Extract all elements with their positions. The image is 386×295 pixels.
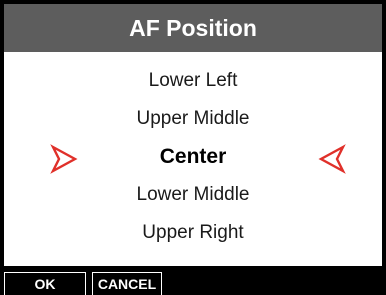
ok-softkey[interactable]: OK [4,272,86,295]
softkey-bar: OK CANCEL [0,272,162,295]
option-upper-right[interactable]: Upper Right [4,222,382,244]
dialog-title: AF Position [129,14,257,41]
dialog-title-bar: AF Position [4,4,382,52]
option-upper-middle[interactable]: Upper Middle [4,108,382,130]
left-pointing-arrow-icon[interactable] [318,144,348,174]
option-lower-middle[interactable]: Lower Middle [4,184,382,206]
camera-screen: AF Position Lower Left Upper Middle Cent… [0,0,386,295]
cancel-softkey[interactable]: CANCEL [92,272,162,295]
right-pointing-arrow-icon[interactable] [48,144,78,174]
af-position-dialog: AF Position Lower Left Upper Middle Cent… [4,4,382,266]
af-position-list[interactable]: Lower Left Upper Middle Center Lower Mid… [4,52,382,266]
option-lower-left[interactable]: Lower Left [4,70,382,92]
